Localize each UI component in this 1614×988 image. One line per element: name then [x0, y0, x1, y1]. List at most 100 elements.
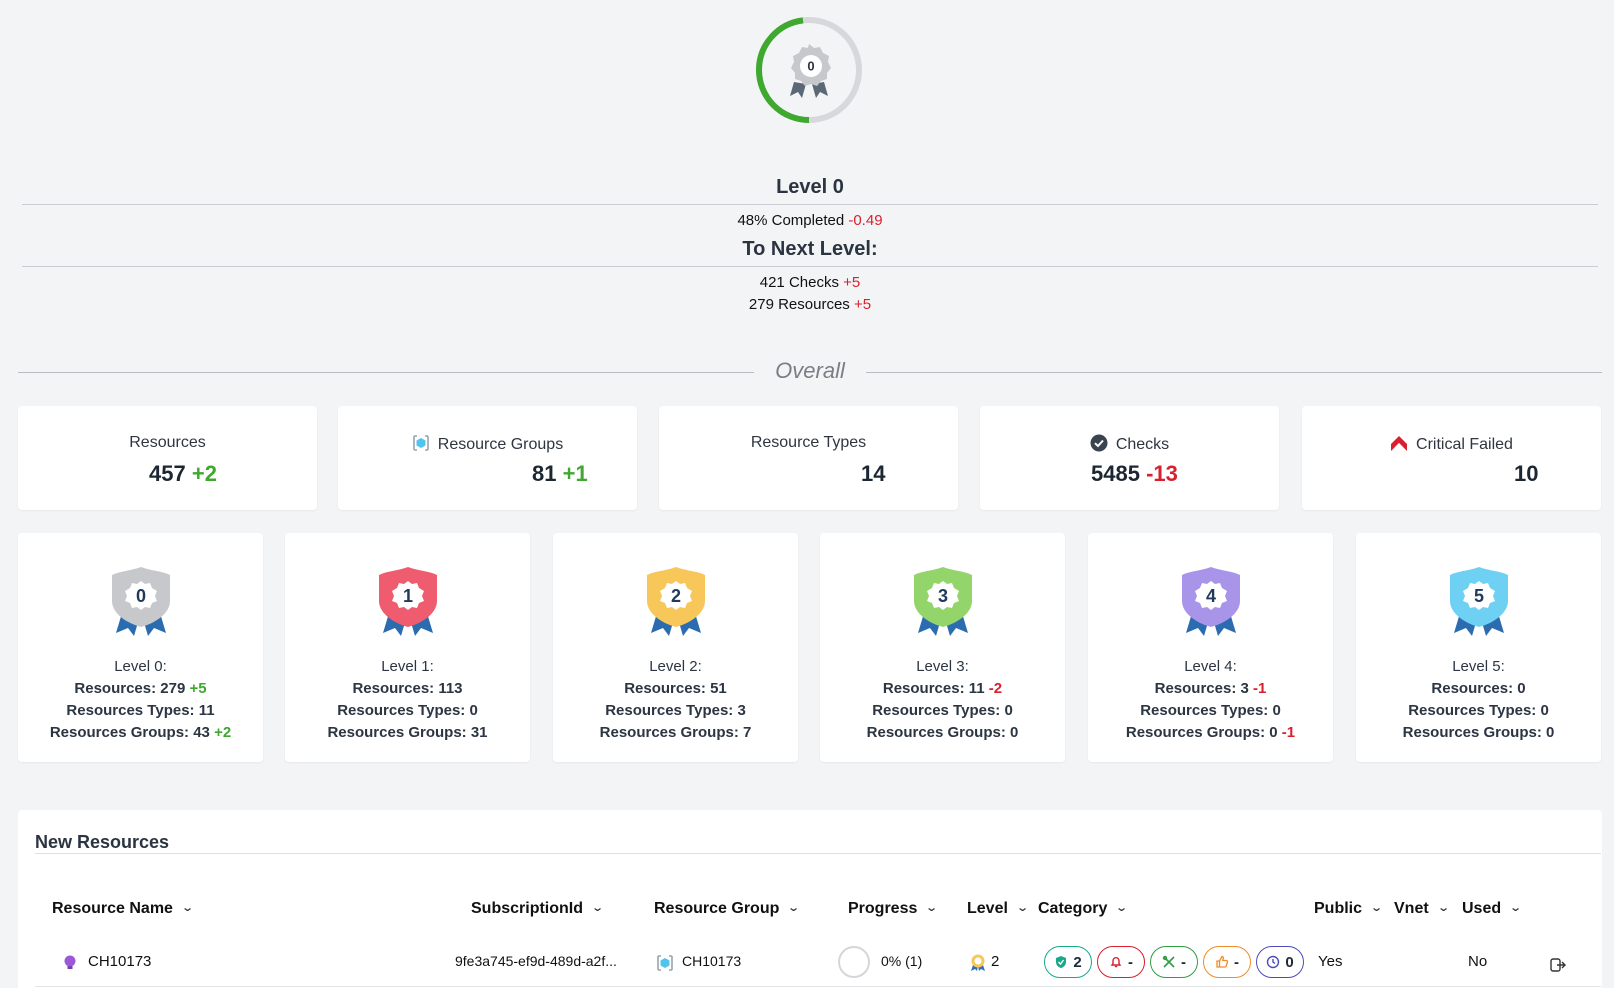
- category-pill-value: -: [1234, 953, 1239, 971]
- level-name: Level 5:: [1452, 658, 1505, 675]
- bell-icon: [1110, 956, 1122, 968]
- level-groups: Resources Groups: 0: [1356, 724, 1601, 741]
- ring-badge-icon: 0: [790, 44, 831, 98]
- check-circle-icon: [1090, 434, 1108, 452]
- column-header-used[interactable]: Used ⌄: [1462, 900, 1523, 918]
- level-groups: Resources Groups: 0: [820, 724, 1065, 741]
- cell-resource-group[interactable]: CH10173: [682, 953, 741, 969]
- summary-divider-1: [22, 204, 1598, 205]
- column-header-public[interactable]: Public ⌄: [1314, 900, 1383, 918]
- level-badge-icon: 0: [112, 567, 170, 636]
- category-pill-thumbs-up[interactable]: -: [1203, 946, 1251, 978]
- level-types: Resources Types: 11: [18, 702, 263, 719]
- column-header-label: Used: [1462, 900, 1502, 917]
- checks-delta: +5: [843, 274, 861, 291]
- stat-value: 457 +2: [149, 461, 217, 487]
- ring-badge-number: 0: [807, 59, 814, 74]
- stat-value-delta: -13: [1146, 461, 1178, 486]
- level-resources: Resources: 11 -2: [820, 680, 1065, 697]
- level-badge-number: 0: [136, 586, 146, 606]
- level-types-text: Resources Types: 3: [605, 702, 746, 719]
- chevron-down-icon: ⌄: [181, 902, 195, 914]
- level-resources: Resources: 0: [1356, 680, 1601, 697]
- level-types: Resources Types: 0: [820, 702, 1065, 719]
- chevron-down-icon: ⌄: [787, 902, 801, 914]
- cell-resource-name[interactable]: CH10173: [88, 953, 151, 970]
- category-pill-value: -: [1128, 953, 1133, 971]
- column-header-resource-group[interactable]: Resource Group ⌄: [654, 900, 801, 918]
- level-groups-delta: -1: [1281, 724, 1296, 741]
- overall-section-label: Overall: [775, 358, 845, 383]
- level-name: Level 1:: [381, 658, 434, 675]
- overall-rule-right: [866, 372, 1602, 373]
- level-card-4: 4 Level 4: Resources: 3 -1 Resources Types:…: [1088, 533, 1333, 762]
- level-groups-text: Resources Groups: 7: [599, 724, 752, 741]
- summary-divider-2: [22, 266, 1598, 267]
- level-groups: Resources Groups: 43 +2: [18, 724, 263, 741]
- level-badge-number: 1: [403, 586, 413, 606]
- column-header-resource-name[interactable]: Resource Name ⌄: [52, 900, 195, 918]
- resources-text: 279 Resources: [748, 296, 850, 313]
- column-header-progress[interactable]: Progress ⌄: [848, 900, 938, 918]
- level-progress-ring: 0: [753, 14, 865, 126]
- level-badge-icon: 4: [1182, 567, 1240, 636]
- cell-public: Yes: [1318, 953, 1343, 970]
- stat-value: 81 +1: [532, 461, 588, 487]
- level-badge-icon: 2: [647, 567, 705, 636]
- resources-line: 279 Resources +5: [22, 296, 1598, 313]
- completed-delta: -0.49: [848, 212, 883, 229]
- category-pill-tools[interactable]: -: [1150, 946, 1198, 978]
- level-name: Level 3:: [916, 658, 969, 675]
- category-pill-shield[interactable]: 2: [1044, 946, 1092, 978]
- clock-icon: [1267, 955, 1280, 969]
- level-types-text: Resources Types: 0: [1140, 702, 1281, 719]
- column-header-label: Resource Name: [52, 900, 173, 917]
- chevron-down-icon: ⌄: [1509, 902, 1523, 914]
- cell-subscription-id: 9fe3a745-ef9d-489d-a2f...: [455, 953, 617, 969]
- level-badge-icon: 1: [379, 567, 437, 636]
- cell-progress: 0% (1): [881, 953, 923, 969]
- level-badge-icon: 3: [914, 567, 972, 636]
- level-groups-delta: +2: [214, 724, 232, 741]
- level-resources-text: Resources: 0: [1431, 680, 1526, 697]
- chevron-down-icon: ⌄: [1115, 902, 1129, 914]
- stat-card-checks: Checks 5485 -13: [980, 406, 1279, 510]
- open-details-icon[interactable]: [1550, 958, 1566, 972]
- level-badge-icon: 5: [1450, 567, 1508, 636]
- category-pill-bell[interactable]: -: [1097, 946, 1145, 978]
- stat-card-resource-groups: Resource Groups 81 +1: [338, 406, 637, 510]
- completed-text: 48% Completed: [737, 212, 845, 229]
- new-resources-panel: New Resources Resource Name ⌄ Subscriptio…: [18, 810, 1602, 988]
- column-header-subscription-id[interactable]: SubscriptionId ⌄: [471, 900, 604, 918]
- level-badge-number: 2: [671, 586, 681, 606]
- critical-chevron-icon: [1391, 436, 1408, 451]
- column-header-label: Resource Group: [654, 900, 780, 917]
- level-resources: Resources: 51: [553, 680, 798, 697]
- level-resources-text: Resources: 113: [352, 680, 463, 697]
- table-title-divider: [35, 853, 1601, 854]
- stat-title: Resource Groups: [338, 434, 637, 454]
- level-resources-delta: -2: [988, 680, 1003, 697]
- level-groups-text: Resources Groups: 0: [1125, 724, 1278, 741]
- category-pill-clock[interactable]: 0: [1256, 946, 1304, 978]
- column-header-label: Progress: [848, 900, 918, 917]
- level-name: Level 0:: [114, 658, 167, 675]
- level-groups: Resources Groups: 0 -1: [1088, 724, 1333, 741]
- level-card-5: 5 Level 5: Resources: 0 Resources Types: 0 R…: [1356, 533, 1601, 762]
- checks-text: 421 Checks: [759, 274, 839, 291]
- column-header-vnet[interactable]: Vnet ⌄: [1394, 900, 1450, 918]
- level-badge-number: 5: [1474, 586, 1484, 606]
- stat-title-text: Resources: [129, 434, 206, 451]
- table-title: New Resources: [35, 832, 170, 852]
- level-card-1: 1 Level 1: Resources: 113 Resources Types: …: [285, 533, 530, 762]
- level-card-3: 3 Level 3: Resources: 11 -2 Resources Types…: [820, 533, 1065, 762]
- column-header-label: Category: [1038, 900, 1108, 917]
- column-header-level[interactable]: Level ⌄: [967, 900, 1029, 918]
- level-types: Resources Types: 3: [553, 702, 798, 719]
- lightbulb-icon: [64, 955, 76, 969]
- column-header-category[interactable]: Category ⌄: [1038, 900, 1129, 918]
- completed-line: 48% Completed -0.49: [22, 212, 1598, 229]
- stat-value-number: 5485: [1091, 461, 1140, 486]
- column-header-label: Public: [1314, 900, 1363, 917]
- chevron-down-icon: ⌄: [1016, 902, 1029, 914]
